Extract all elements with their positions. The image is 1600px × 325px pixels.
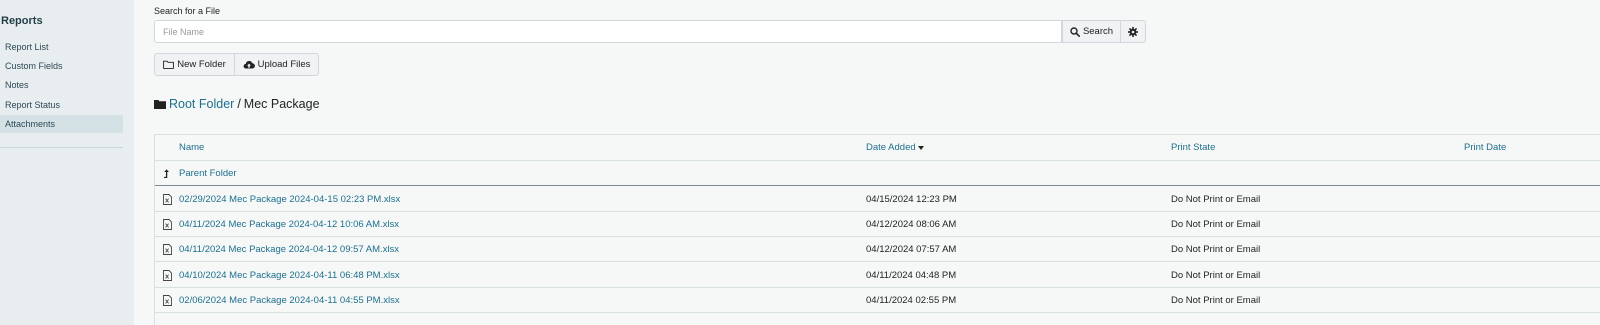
file-print-state: Do Not Print or Email <box>1171 218 1261 230</box>
file-date-added: 04/11/2024 02:55 PM <box>866 294 957 306</box>
folder-icon <box>154 99 166 109</box>
file-date-added: 04/12/2024 08:06 AM <box>866 218 957 230</box>
sort-desc-icon <box>917 145 924 150</box>
file-name-link[interactable]: 04/11/2024 Mec Package 2024-04-12 10:06 … <box>179 212 399 236</box>
file-print-state: Do Not Print or Email <box>1171 193 1261 205</box>
table-header: Name Date Added Print State Print Date <box>155 135 1600 161</box>
new-folder-label: New Folder <box>177 59 226 70</box>
search-icon <box>1070 26 1080 37</box>
sidebar: Reports Report List Custom Fields Notes … <box>0 0 134 325</box>
table-row[interactable]: 02/06/2024 Mec Package 2024-04-11 04:55 … <box>155 288 1600 313</box>
file-print-state: Do Not Print or Email <box>1171 294 1261 306</box>
search-input[interactable] <box>154 20 1062 43</box>
search-label: Search for a File <box>154 6 221 16</box>
breadcrumb-root-link[interactable]: Root Folder <box>169 97 234 111</box>
files-table: Name Date Added Print State Print Date P… <box>154 134 1600 325</box>
sidebar-item-report-status[interactable]: Report Status <box>0 96 123 114</box>
upload-files-button[interactable]: Upload Files <box>234 53 319 76</box>
new-folder-button[interactable]: New Folder <box>154 53 235 76</box>
column-header-print-date[interactable]: Print Date <box>1464 135 1506 160</box>
excel-file-icon <box>160 237 174 261</box>
column-header-date-added-label: Date Added <box>866 142 916 153</box>
excel-file-icon <box>160 263 174 287</box>
excel-file-icon <box>160 187 174 211</box>
folder-outline-icon <box>163 60 175 69</box>
file-date-added: 04/11/2024 04:48 PM <box>866 269 957 281</box>
column-header-date-added[interactable]: Date Added <box>866 135 924 160</box>
table-row[interactable]: 04/11/2024 Mec Package 2024-04-12 10:06 … <box>155 212 1600 237</box>
column-header-name[interactable]: Name <box>179 135 204 160</box>
breadcrumb-current: Mec Package <box>243 97 320 111</box>
table-row[interactable]: 04/10/2024 Mec Package 2024-04-11 06:48 … <box>155 263 1600 288</box>
table-row[interactable]: 04/11/2024 Mec Package 2024-04-12 09:57 … <box>155 237 1600 262</box>
file-date-added: 04/15/2024 12:23 PM <box>866 193 957 205</box>
file-date-added: 04/12/2024 07:57 AM <box>866 243 957 255</box>
upload-files-label: Upload Files <box>257 59 311 70</box>
excel-file-icon <box>160 212 174 236</box>
gear-icon <box>1128 26 1138 37</box>
breadcrumb-separator: / <box>237 97 241 111</box>
sidebar-item-custom-fields[interactable]: Custom Fields <box>0 57 123 75</box>
sidebar-item-report-list[interactable]: Report List <box>0 38 123 56</box>
level-up-icon <box>160 161 174 185</box>
search-button-label: Search <box>1082 26 1114 37</box>
breadcrumb: Root Folder / Mec Package <box>154 97 320 111</box>
parent-folder-link[interactable]: Parent Folder <box>179 161 237 185</box>
parent-folder-row[interactable]: Parent Folder <box>155 161 1600 186</box>
file-name-link[interactable]: 04/11/2024 Mec Package 2024-04-12 09:57 … <box>179 237 399 261</box>
table-row[interactable]: 02/29/2024 Mec Package 2024-04-15 02:23 … <box>155 187 1600 212</box>
column-header-print-state[interactable]: Print State <box>1171 135 1215 160</box>
excel-file-icon <box>160 288 174 312</box>
sidebar-item-attachments[interactable]: Attachments <box>0 115 123 133</box>
settings-button[interactable] <box>1120 20 1146 43</box>
file-name-link[interactable]: 02/06/2024 Mec Package 2024-04-11 04:55 … <box>179 288 400 312</box>
sidebar-divider <box>0 147 123 148</box>
file-print-state: Do Not Print or Email <box>1171 243 1261 255</box>
file-print-state: Do Not Print or Email <box>1171 269 1261 281</box>
cloud-upload-icon <box>243 60 255 69</box>
file-name-link[interactable]: 02/29/2024 Mec Package 2024-04-15 02:23 … <box>179 187 400 211</box>
sidebar-title: Reports <box>1 15 43 27</box>
search-button[interactable]: Search <box>1062 20 1121 43</box>
sidebar-item-notes[interactable]: Notes <box>0 76 123 94</box>
file-name-link[interactable]: 04/10/2024 Mec Package 2024-04-11 06:48 … <box>179 263 400 287</box>
